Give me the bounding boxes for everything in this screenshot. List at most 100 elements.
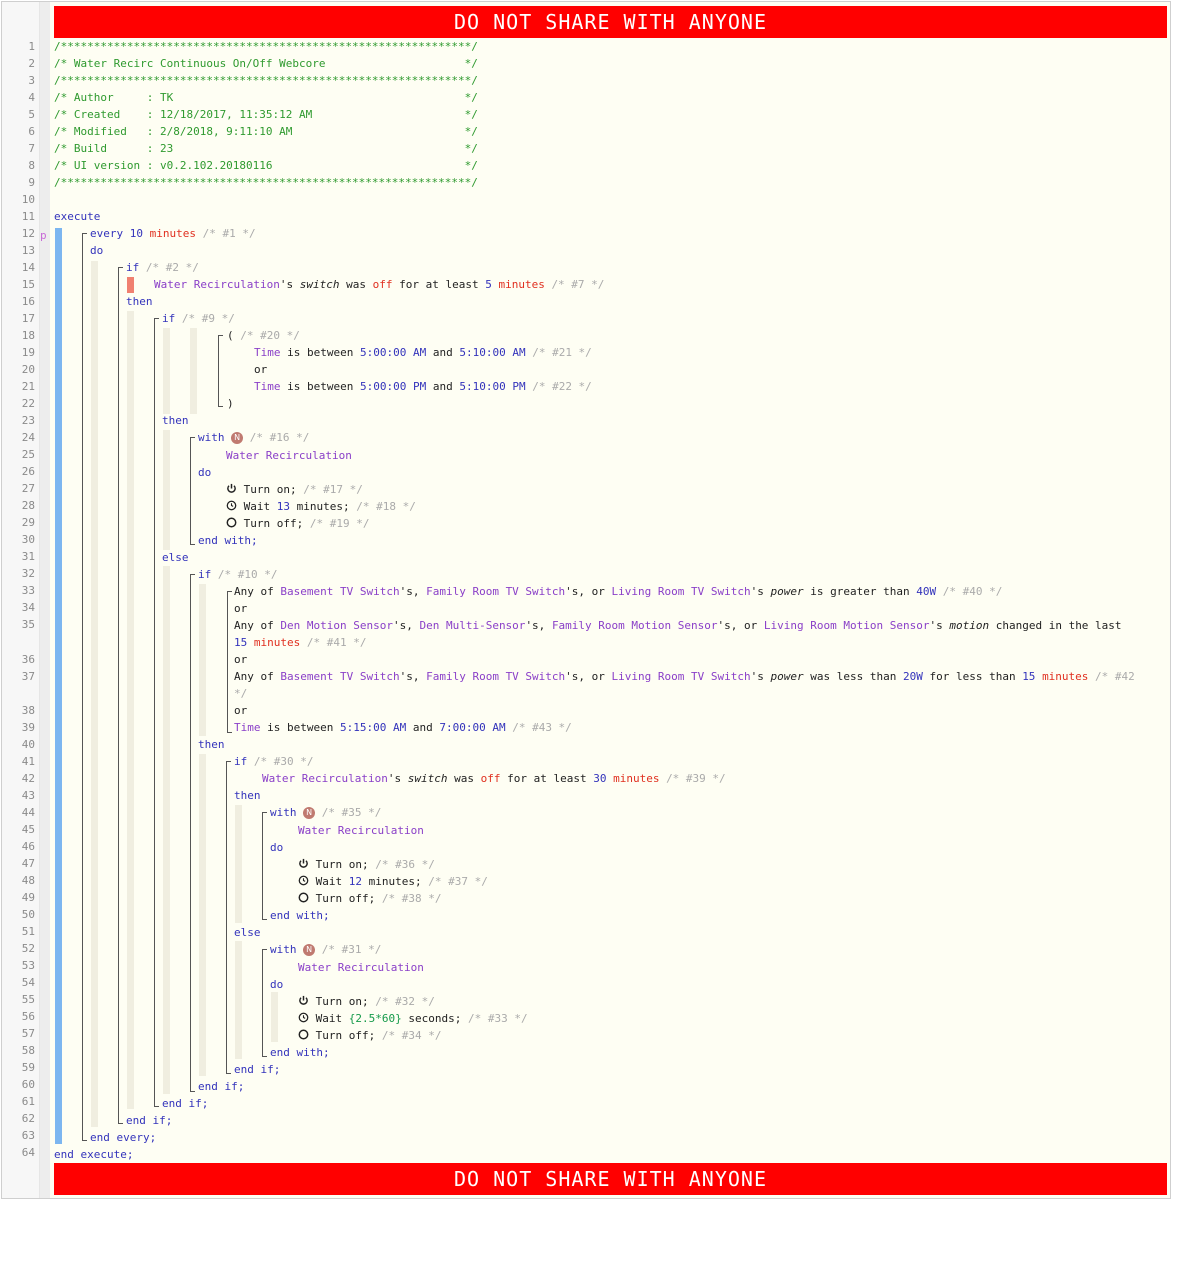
power-icon: [299, 995, 308, 1005]
line-number: 59: [21, 1061, 35, 1074]
if-statement[interactable]: if /* #10 */: [198, 566, 277, 583]
line-number: 13: [21, 244, 35, 257]
end-execute-keyword: end execute;: [54, 1148, 134, 1161]
line-number: 9: [28, 176, 35, 189]
line-number: 5: [28, 108, 35, 121]
line-number: 3: [28, 74, 35, 87]
header-line: /* UI version : v0.2.102.20180116 */: [54, 159, 478, 172]
header-line: /***************************************…: [54, 176, 478, 189]
power-icon: [227, 483, 236, 493]
then-keyword: then: [234, 789, 261, 802]
if30-bracket: [226, 761, 231, 1074]
line-number: 34: [21, 601, 35, 614]
with-statement[interactable]: with N /* #16 */: [198, 429, 309, 446]
line-number: 1: [28, 40, 35, 53]
header-line: /* Created : 12/18/2017, 11:35:12 AM */: [54, 108, 478, 121]
condition[interactable]: Any of Basement TV Switch's, Family Room…: [234, 668, 1135, 685]
line-number: 44: [21, 806, 35, 819]
line-number: 64: [21, 1146, 35, 1159]
condition[interactable]: Any of Basement TV Switch's, Family Room…: [234, 583, 1002, 600]
condition-group[interactable]: ( /* #20 */: [227, 327, 300, 344]
if30-else-bar: [235, 941, 242, 1059]
line-number: 22: [21, 397, 35, 410]
condition[interactable]: Any of Den Motion Sensor's, Den Multi-Se…: [234, 617, 1122, 634]
line-number: 36: [21, 653, 35, 666]
if-statement[interactable]: if /* #2 */: [126, 259, 199, 276]
line-number: 46: [21, 840, 35, 853]
warning-banner-top: DO NOT SHARE WITH ANYONE: [54, 6, 1167, 38]
line-number: 49: [21, 891, 35, 904]
if2-condition-marker: [127, 277, 134, 293]
line-number: 35: [21, 618, 35, 631]
line-number: 16: [21, 295, 35, 308]
line-number: 12: [21, 227, 35, 240]
if-statement[interactable]: if /* #30 */: [234, 753, 313, 770]
line-number: 8: [28, 159, 35, 172]
if2-bracket: [118, 267, 123, 1124]
if-statement[interactable]: if /* #9 */: [162, 310, 235, 327]
condition[interactable]: Time is between 5:15:00 AM and 7:00:00 A…: [234, 719, 572, 736]
end-if-keyword: end if;: [126, 1114, 173, 1127]
do-keyword: do: [270, 841, 284, 854]
condition[interactable]: Water Recirculation's switch was off for…: [262, 770, 726, 787]
or-operator: or: [234, 704, 248, 717]
condition-wrap: 15 minutes /* #41 */: [234, 636, 367, 649]
task-wait[interactable]: Wait 13 minutes; /* #18 */: [226, 498, 416, 515]
header-line: /* Author : TK */: [54, 91, 478, 104]
task-turn-on[interactable]: Turn on; /* #32 */: [298, 993, 435, 1010]
if9-cond-bar: [163, 328, 170, 414]
with-statement[interactable]: with N /* #31 */: [270, 941, 381, 958]
line-marker-icon: p: [40, 229, 47, 242]
line-number: 18: [21, 329, 35, 342]
header-line: /***************************************…: [54, 40, 478, 53]
line-number: 6: [28, 125, 35, 138]
header-line: /* Modified : 2/8/2018, 9:11:10 AM */: [54, 125, 478, 138]
task-turn-off[interactable]: Turn off; /* #34 */: [298, 1027, 441, 1044]
every-statement[interactable]: every 10 minutes /* #1 */: [90, 225, 256, 242]
or-operator: or: [234, 653, 248, 666]
do-keyword: do: [270, 978, 284, 991]
if10-cond-bar: [199, 584, 206, 736]
condition[interactable]: Water Recirculation's switch was off for…: [154, 276, 604, 293]
if10-then-bar: [199, 754, 206, 1076]
every-block-bracket: [82, 233, 87, 1141]
task-turn-on[interactable]: Turn on; /* #17 */: [226, 481, 363, 498]
line-number: 47: [21, 857, 35, 870]
then-keyword: then: [126, 295, 153, 308]
line-number: 50: [21, 908, 35, 921]
execute-keyword[interactable]: execute: [54, 208, 100, 225]
line-number: 55: [21, 993, 35, 1006]
line-number: 15: [21, 278, 35, 291]
or-operator: or: [234, 602, 248, 615]
task-wait[interactable]: Wait 12 minutes; /* #37 */: [298, 873, 488, 890]
header-line: /* Water Recirc Continuous On/Off Webcor…: [54, 57, 478, 70]
line-number: 61: [21, 1095, 35, 1108]
if10-cond-bracket: [227, 591, 232, 733]
condition[interactable]: Time is between 5:00:00 AM and 5:10:00 A…: [254, 344, 592, 361]
line-number: 30: [21, 533, 35, 546]
code-editor[interactable]: p DO NOT SHARE WITH ANYONE DO NOT SHARE …: [1, 1, 1171, 1199]
then-keyword: then: [162, 414, 189, 427]
with35-bracket: [262, 812, 267, 920]
end-if-keyword: end if;: [198, 1080, 245, 1093]
device-name: Water Recirculation: [298, 824, 424, 837]
end-if-keyword: end if;: [162, 1097, 209, 1110]
line-number: 43: [21, 789, 35, 802]
task-turn-on[interactable]: Turn on; /* #36 */: [298, 856, 435, 873]
if10-bracket: [190, 574, 195, 1092]
line-number: 27: [21, 482, 35, 495]
line-number: 29: [21, 516, 35, 529]
notification-n-icon: N: [231, 432, 244, 444]
if2-then-bar: [127, 311, 134, 1109]
task-wait[interactable]: Wait {2.5*60} seconds; /* #33 */: [298, 1010, 528, 1027]
line-number: 40: [21, 738, 35, 751]
end-if-keyword: end if;: [234, 1063, 281, 1076]
line-number: 62: [21, 1112, 35, 1125]
value: 10: [129, 227, 143, 240]
condition[interactable]: Time is between 5:00:00 PM and 5:10:00 P…: [254, 378, 592, 395]
if9-bracket: [154, 318, 159, 1107]
task-turn-off[interactable]: Turn off; /* #38 */: [298, 890, 441, 907]
task-turn-off[interactable]: Turn off; /* #19 */: [226, 515, 369, 532]
with-statement[interactable]: with N /* #35 */: [270, 804, 381, 821]
line-number: 10: [21, 193, 35, 206]
